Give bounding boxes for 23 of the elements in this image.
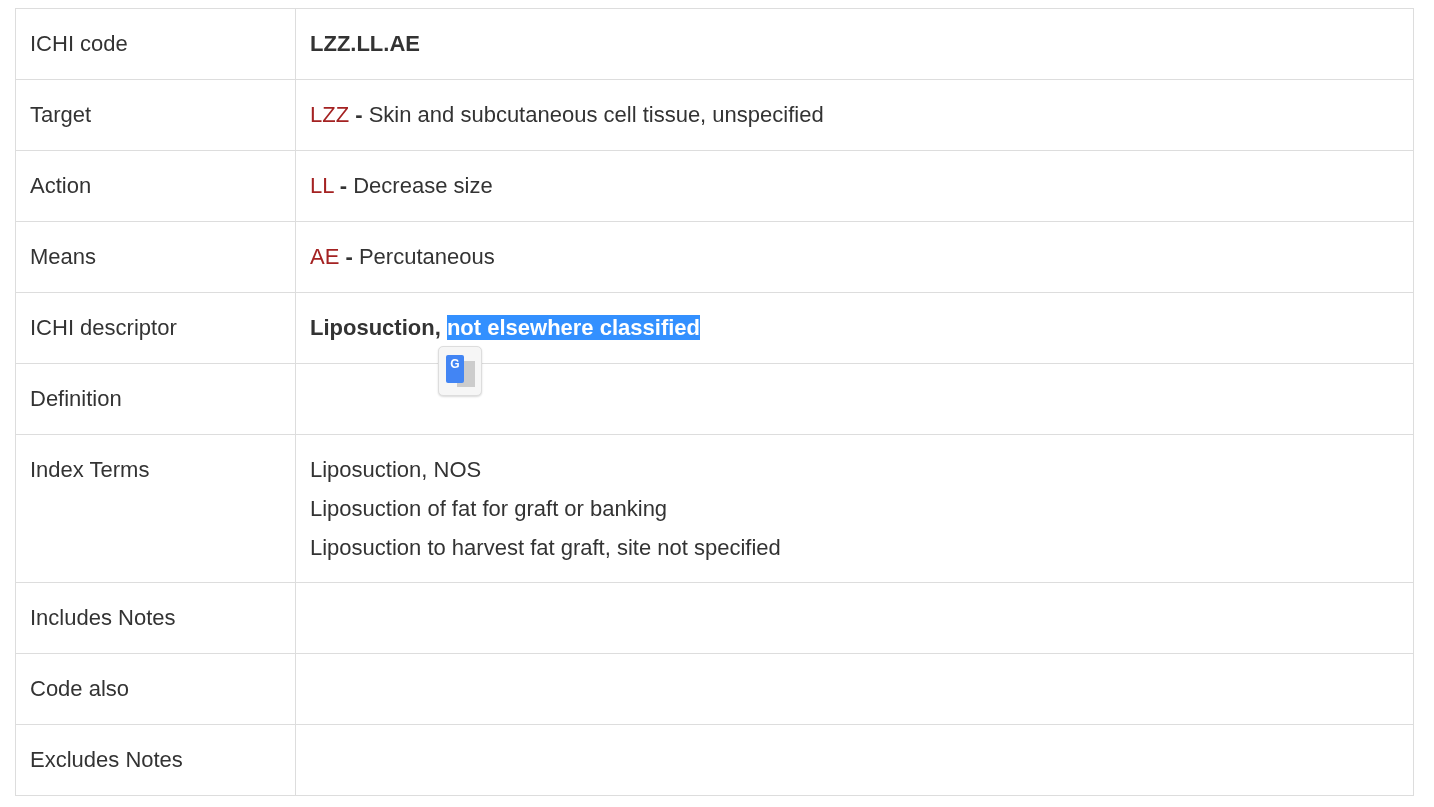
code-value: LZZ.LL.AE bbox=[310, 31, 420, 56]
index-term: Liposuction, NOS bbox=[310, 456, 483, 484]
axis-code: LL bbox=[310, 173, 334, 198]
axis-description: - Decrease size bbox=[339, 173, 493, 198]
row-label: Action bbox=[30, 173, 92, 198]
axis-description: - Percutaneous bbox=[345, 244, 495, 269]
index-term: Liposuction to harvest fat graft, site not specified bbox=[310, 534, 782, 562]
axis-code: LZZ bbox=[310, 102, 350, 127]
row-label: Includes Notes bbox=[30, 605, 176, 630]
row-label: Means bbox=[30, 244, 97, 269]
translate-button[interactable]: G bbox=[438, 346, 482, 396]
descriptor-text: Liposuction, bbox=[310, 315, 441, 340]
row-label: Index Terms bbox=[30, 457, 150, 482]
index-term: Liposuction of fat for graft or banking bbox=[310, 495, 669, 523]
selected-text: not elsewhere classified bbox=[446, 315, 700, 340]
row-label: Target bbox=[30, 102, 92, 127]
axis-code: AE bbox=[310, 244, 340, 269]
row-label: ICHI code bbox=[30, 31, 128, 56]
row-label: Excludes Notes bbox=[30, 747, 183, 772]
row-label: ICHI descriptor bbox=[30, 315, 177, 340]
row-label: Code also bbox=[30, 676, 130, 701]
axis-description: - Skin and subcutaneous cell tissue, unspecified bbox=[355, 102, 824, 127]
row-label: Definition bbox=[30, 386, 122, 411]
